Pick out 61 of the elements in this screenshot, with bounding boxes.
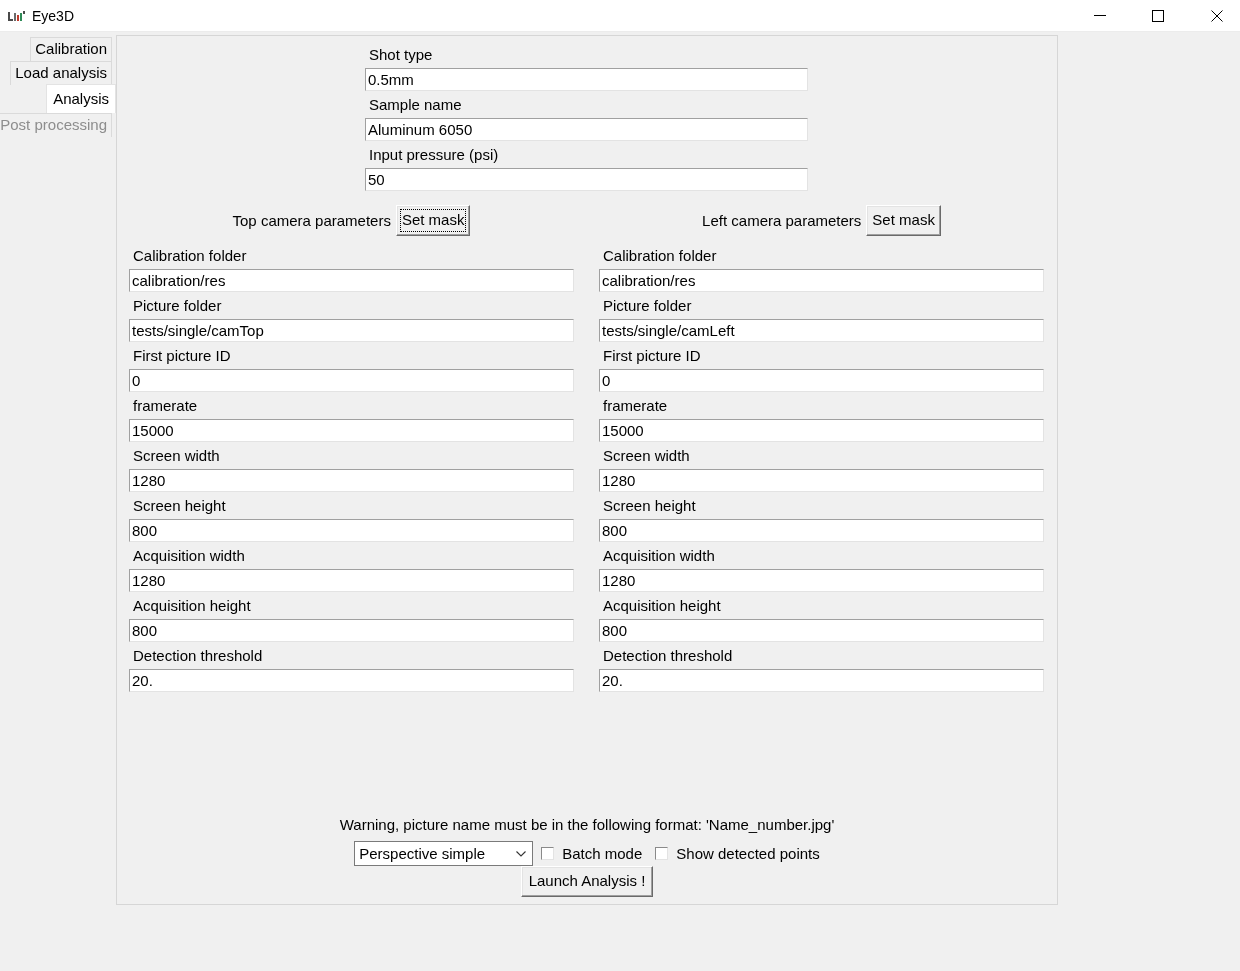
- field-label: Acquisition height: [132, 596, 251, 616]
- field-label: Detection threshold: [602, 646, 733, 666]
- text-field[interactable]: 1280: [599, 569, 1044, 592]
- text-field[interactable]: 15000: [599, 419, 1044, 442]
- text-field[interactable]: 20.: [599, 669, 1044, 692]
- field-label: Acquisition width: [132, 546, 245, 566]
- field-label: Detection threshold: [132, 646, 263, 666]
- text-field[interactable]: 1280: [129, 569, 574, 592]
- checkbox[interactable]: [655, 847, 669, 860]
- field-label: Calibration folder: [132, 246, 247, 266]
- text-field[interactable]: 800: [129, 519, 574, 542]
- text-field[interactable]: calibration/res: [599, 269, 1044, 292]
- field-label: Screen height: [132, 496, 226, 516]
- text-field[interactable]: 20.: [129, 669, 574, 692]
- launch-analysis-button[interactable]: Launch Analysis !: [520, 866, 654, 897]
- field-label: Screen width: [602, 446, 690, 466]
- text-field[interactable]: 0.5mm: [365, 68, 808, 91]
- tab[interactable]: Analysis: [46, 84, 116, 113]
- text-field[interactable]: 1280: [599, 469, 1044, 492]
- field-label: Picture folder: [602, 296, 692, 316]
- field-label: First picture ID: [602, 346, 701, 366]
- field-label: Shot type: [368, 45, 433, 65]
- field-label: Acquisition width: [602, 546, 715, 566]
- field-label: framerate: [602, 396, 668, 416]
- text-field[interactable]: tests/single/camTop: [129, 319, 574, 342]
- app-logo-icon: [8, 10, 25, 21]
- checkbox-label: Show detected points: [676, 843, 820, 864]
- field-label: Calibration folder: [602, 246, 717, 266]
- section-title: Top camera parameters: [232, 210, 391, 231]
- tab[interactable]: Load analysis: [10, 61, 112, 85]
- close-icon[interactable]: [1211, 9, 1223, 22]
- field-label: Sample name: [368, 95, 462, 115]
- text-field[interactable]: Aluminum 6050: [365, 118, 808, 141]
- text-field[interactable]: 1280: [129, 469, 574, 492]
- checkbox[interactable]: [541, 847, 555, 860]
- field-label: Screen height: [602, 496, 696, 516]
- checkbox-label: Batch mode: [562, 843, 643, 864]
- set-mask-button[interactable]: Set mask: [866, 205, 941, 236]
- mode-dropdown[interactable]: Perspective simple: [354, 841, 534, 866]
- field-label: Input pressure (psi): [368, 145, 499, 165]
- set-mask-button[interactable]: Set mask: [395, 205, 471, 236]
- warning-text: Warning, picture name must be in the following format: 'Name_number.jpg': [339, 815, 835, 835]
- maximize-icon[interactable]: [1152, 9, 1164, 22]
- chevron-down-icon: [516, 850, 527, 857]
- field-label: Acquisition height: [602, 596, 721, 616]
- field-label: Screen width: [132, 446, 220, 466]
- text-field[interactable]: 800: [599, 619, 1044, 642]
- text-field[interactable]: 0: [129, 369, 574, 392]
- field-label: First picture ID: [132, 346, 231, 366]
- text-field[interactable]: calibration/res: [129, 269, 574, 292]
- window-title: Eye3D: [32, 6, 75, 26]
- text-field[interactable]: 800: [129, 619, 574, 642]
- field-label: framerate: [132, 396, 198, 416]
- text-field[interactable]: 50: [365, 168, 808, 191]
- text-field[interactable]: 800: [599, 519, 1044, 542]
- section-title: Left camera parameters: [702, 210, 862, 231]
- tab[interactable]: Calibration: [30, 37, 112, 61]
- field-label: Picture folder: [132, 296, 222, 316]
- text-field[interactable]: 0: [599, 369, 1044, 392]
- text-field[interactable]: tests/single/camLeft: [599, 319, 1044, 342]
- text-field[interactable]: 15000: [129, 419, 574, 442]
